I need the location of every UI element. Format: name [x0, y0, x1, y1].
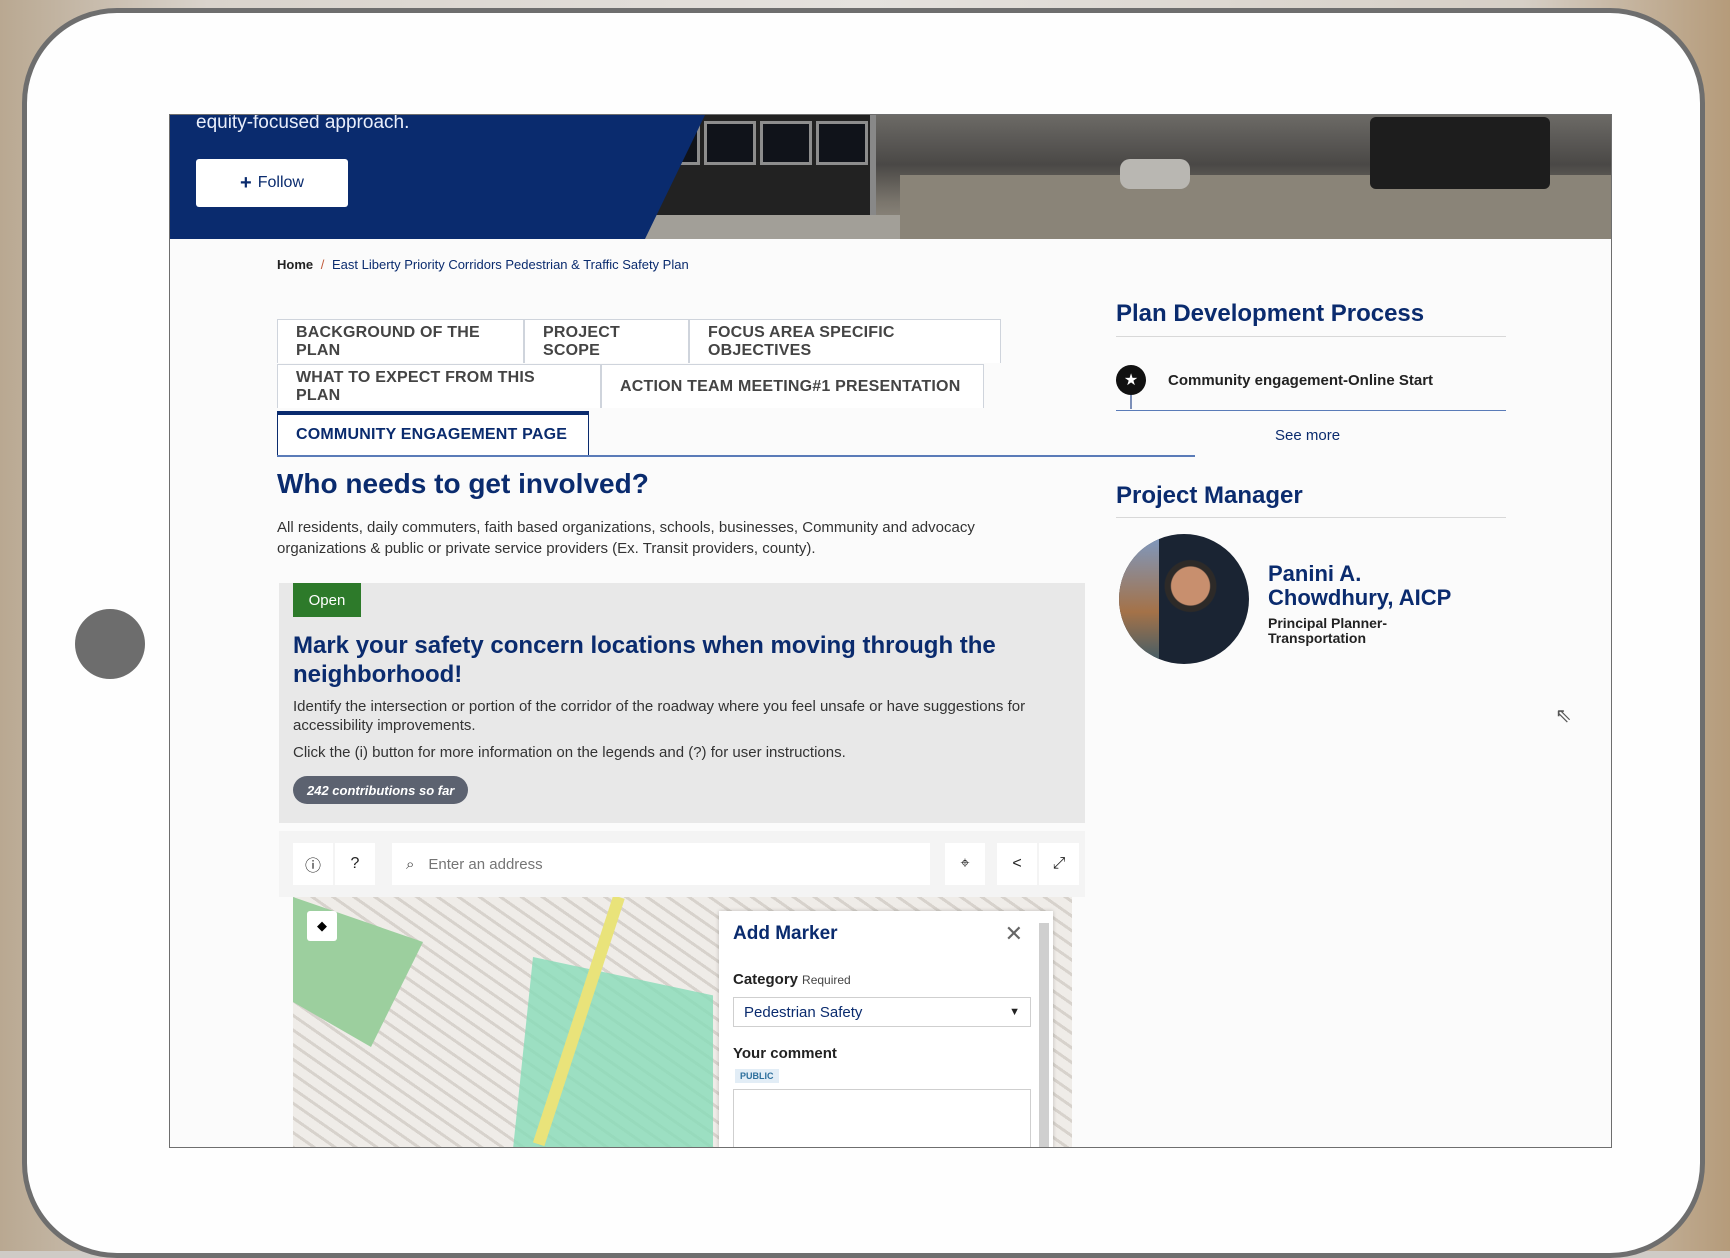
divider	[1116, 517, 1506, 518]
section-heading: Who needs to get involved?	[277, 468, 649, 499]
star-icon: ★	[1116, 365, 1146, 395]
timeline-rule	[1116, 410, 1506, 411]
timeline-item: ★ Community engagement-Online Start	[1116, 365, 1433, 395]
map-toolbar: ⓘ ? ⌕ ⌖ < ⤢	[279, 831, 1085, 897]
add-marker-panel: Add Marker ✕ Category Required Pedestrian…	[719, 911, 1053, 1147]
plan-process-heading: Plan Development Process	[1116, 300, 1425, 327]
avatar	[1119, 534, 1249, 664]
breadcrumb: Home / East Liberty Priority Corridors P…	[277, 257, 689, 272]
info-icon: ⓘ	[304, 858, 321, 875]
tab-what-to-expect[interactable]: WHAT TO EXPECT FROM THIS PLAN	[277, 364, 601, 408]
follow-button[interactable]: + Follow	[196, 159, 348, 207]
category-label: Category Required	[733, 971, 851, 988]
comment-label: Your comment	[733, 1045, 837, 1062]
fullscreen-button[interactable]: ⤢	[1039, 843, 1079, 885]
timeline-connector	[1130, 395, 1132, 409]
layers-icon: ◆	[317, 918, 327, 933]
section-description: All residents, daily commuters, faith ba…	[277, 519, 975, 557]
mouse-cursor-icon: ⇖	[1555, 705, 1572, 727]
close-icon[interactable]: ✕	[1005, 921, 1023, 947]
tab-background[interactable]: BACKGROUND OF THE PLAN	[277, 319, 524, 363]
home-button[interactable]	[75, 609, 145, 679]
status-badge: Open	[293, 583, 361, 617]
hero-intro-text: equity-focused approach.	[196, 115, 410, 133]
engagement-help-text: Click the (i) button for more informatio…	[293, 744, 846, 761]
engagement-instructions: Identify the intersection or portion of …	[293, 698, 1026, 734]
crosshair-icon: ⌖	[960, 855, 970, 872]
map-view[interactable]: ◆ Add Marker ✕ Category Required Pedestri…	[293, 897, 1072, 1147]
manager-title: Principal Planner-Transportation	[1268, 615, 1388, 646]
plus-icon: +	[240, 171, 252, 194]
search-icon: ⌕	[406, 855, 415, 873]
help-button[interactable]: ?	[335, 843, 375, 885]
category-select[interactable]: Pedestrian Safety ▼	[733, 997, 1031, 1027]
breadcrumb-home[interactable]: Home	[277, 257, 313, 272]
category-value: Pedestrian Safety	[744, 1003, 863, 1021]
share-icon: <	[1012, 855, 1022, 872]
tab-community-engagement[interactable]: COMMUNITY ENGAGEMENT PAGE	[277, 411, 589, 455]
address-search[interactable]: ⌕	[392, 843, 930, 885]
engagement-title: Mark your safety concern locations when …	[293, 632, 996, 688]
breadcrumb-separator: /	[320, 257, 325, 272]
timeline-label: Community engagement-Online Start	[1168, 371, 1434, 389]
hero-street-photo	[600, 115, 1611, 239]
question-icon: ?	[350, 855, 360, 872]
follow-label: Follow	[257, 174, 304, 191]
share-button[interactable]: <	[997, 843, 1037, 885]
required-label: Required	[802, 973, 851, 987]
hero-banner: equity-focused approach. + Follow	[170, 115, 1611, 239]
chevron-down-icon: ▼	[1009, 1006, 1020, 1018]
browser-screen: equity-focused approach. + Follow Home /…	[169, 114, 1612, 1148]
tab-action-team-meeting[interactable]: ACTION TEAM MEETING#1 PRESENTATION	[601, 364, 984, 408]
contributions-badge: 242 contributions so far	[293, 776, 469, 804]
address-input[interactable]	[426, 854, 891, 874]
layers-button[interactable]: ◆	[307, 911, 337, 941]
see-more-link[interactable]: See more	[1275, 427, 1340, 444]
public-badge: PUBLIC	[735, 1069, 779, 1083]
tab-project-scope[interactable]: PROJECT SCOPE	[524, 319, 689, 363]
panel-scrollbar[interactable]	[1039, 923, 1049, 1147]
tab-focus-area[interactable]: FOCUS AREA SPECIFIC OBJECTIVES	[689, 319, 1001, 363]
locate-button[interactable]: ⌖	[945, 843, 985, 885]
project-manager-heading: Project Manager	[1116, 482, 1303, 509]
manager-name: Panini A. Chowdhury, AICP	[1268, 561, 1452, 610]
tab-underline	[277, 455, 1195, 457]
breadcrumb-current: East Liberty Priority Corridors Pedestri…	[332, 257, 689, 272]
expand-icon: ⤢	[1052, 855, 1066, 872]
panel-title: Add Marker	[733, 923, 838, 944]
comment-textarea[interactable]	[733, 1089, 1031, 1147]
engagement-card: Open Mark your safety concern locations …	[279, 583, 1085, 823]
info-button[interactable]: ⓘ	[293, 843, 333, 885]
divider	[1116, 336, 1506, 337]
